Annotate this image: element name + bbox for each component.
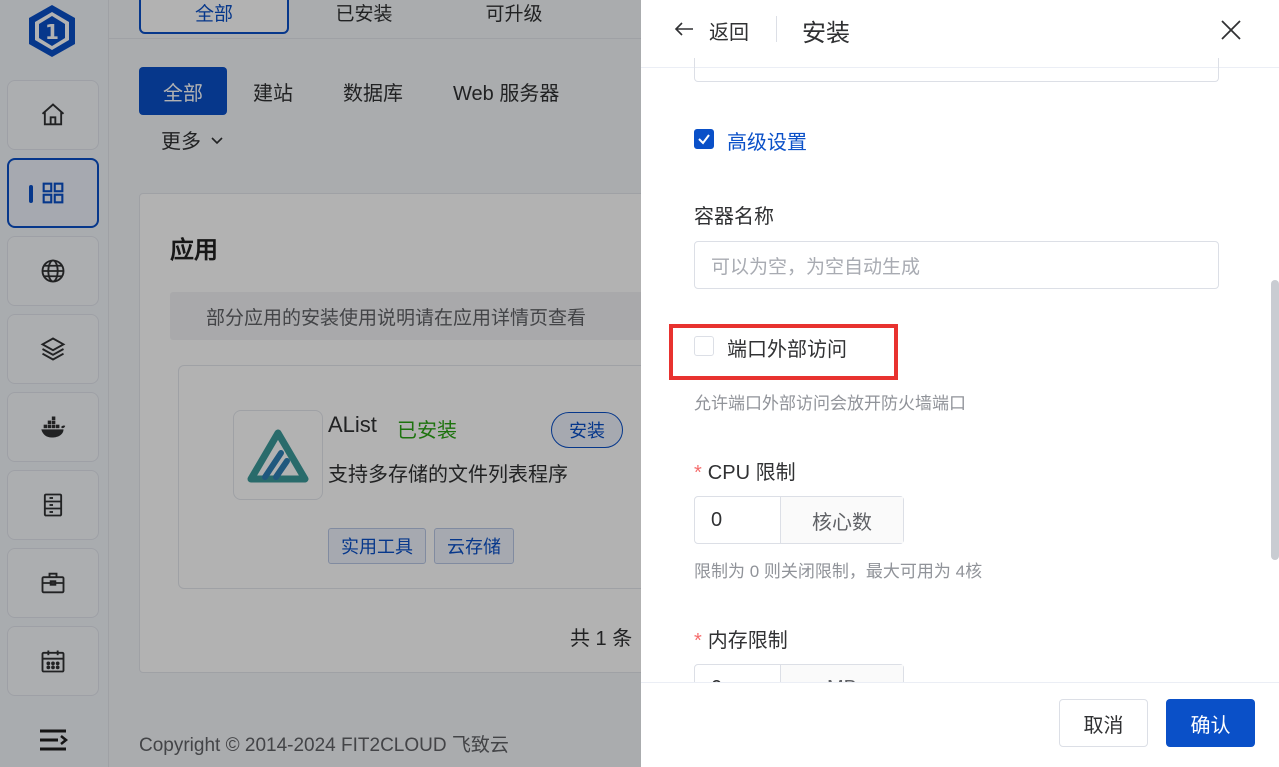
cpu-unit-label: 核心数: [781, 497, 903, 543]
cpu-limit-help: 限制为 0 则关闭限制，最大可用为 4核: [694, 562, 983, 581]
cpu-limit-label: * CPU 限制: [694, 456, 796, 485]
required-asterisk: *: [694, 630, 702, 652]
close-icon[interactable]: [1219, 18, 1243, 42]
modal-overlay[interactable]: [0, 0, 641, 767]
confirm-button[interactable]: 确认: [1166, 699, 1255, 747]
port-access-help: 允许端口外部访问会放开防火墙端口: [694, 394, 966, 413]
scrollbar[interactable]: [1271, 280, 1279, 560]
back-arrow-icon[interactable]: [673, 18, 695, 40]
memory-limit-label: * 内存限制: [694, 624, 788, 653]
port-external-access-label[interactable]: 端口外部访问: [727, 333, 847, 362]
required-asterisk: *: [694, 462, 702, 484]
memory-limit-text: 内存限制: [707, 630, 788, 652]
container-name-input[interactable]: 可以为空，为空自动生成: [694, 241, 1219, 289]
check-icon: [698, 134, 710, 145]
back-button[interactable]: 返回: [709, 16, 749, 45]
install-drawer: 返回 安装 高级设置 容器名称 可以为空，为空自动生成 端口外部访问 允许端口外…: [641, 0, 1279, 767]
cpu-limit-input[interactable]: 0: [695, 497, 781, 543]
container-name-label: 容器名称: [694, 206, 774, 228]
advanced-settings-checkbox[interactable]: [694, 129, 714, 149]
cpu-limit-text: CPU 限制: [707, 462, 796, 484]
cpu-limit-input-group: 0 核心数: [694, 496, 904, 544]
cancel-button[interactable]: 取消: [1059, 699, 1148, 747]
drawer-footer: 取消 确认: [641, 682, 1279, 767]
drawer-title: 安装: [802, 20, 850, 47]
header-divider: [776, 16, 777, 42]
previous-field-input[interactable]: [694, 58, 1219, 82]
port-external-access-checkbox[interactable]: [694, 336, 714, 356]
advanced-settings-label[interactable]: 高级设置: [727, 126, 807, 155]
